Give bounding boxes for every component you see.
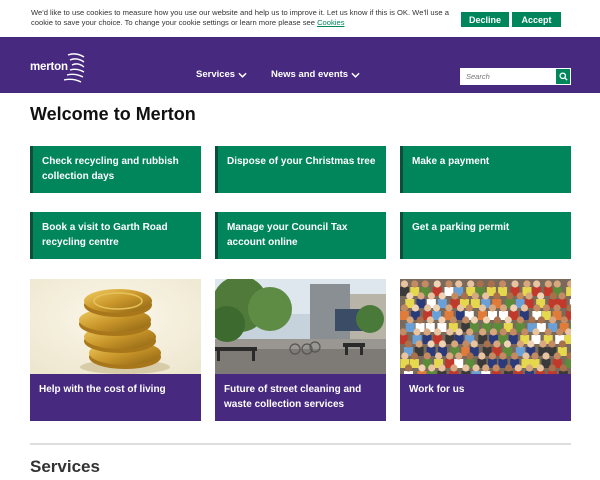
quick-link-label: Dispose of your Christmas tree <box>227 156 376 167</box>
nav-news-label: News and events <box>271 69 349 80</box>
cookies-link[interactable]: Cookies <box>317 18 344 27</box>
cookie-message: We'd like to use cookies to measure how … <box>31 8 456 28</box>
gold-coins-image <box>30 279 201 374</box>
chevron-down-icon <box>238 72 247 78</box>
chevron-down-icon <box>351 72 360 78</box>
section-divider <box>30 443 571 445</box>
feature-label: Help with the cost of living <box>30 374 201 421</box>
search-button[interactable] <box>555 68 571 85</box>
feature-card-cost-of-living[interactable]: Help with the cost of living <box>30 279 201 421</box>
quick-link-christmas-tree[interactable]: Dispose of your Christmas tree <box>215 146 386 193</box>
site-header: merton Services News and events <box>0 37 600 93</box>
cookie-text: We'd like to use cookies to measure how … <box>31 8 449 27</box>
quick-link-label: Make a payment <box>412 156 490 167</box>
nav-services-label: Services <box>196 69 236 80</box>
logo-waves-icon <box>64 53 85 83</box>
crowd-of-people-image <box>400 279 571 374</box>
quick-link-label: Get a parking permit <box>412 222 510 233</box>
nav-services[interactable]: Services <box>196 69 247 80</box>
feature-card-street-cleaning[interactable]: Future of street cleaning and waste coll… <box>215 279 386 421</box>
quick-link-council-tax[interactable]: Manage your Council Tax account online <box>215 212 386 259</box>
quick-link-garth-road[interactable]: Book a visit to Garth Road recycling cen… <box>30 212 201 259</box>
street-scene-image <box>215 279 386 374</box>
quick-link-label: Manage your Council Tax account online <box>227 222 348 248</box>
page-title: Welcome to Merton <box>30 104 196 124</box>
cookie-banner: We'd like to use cookies to measure how … <box>0 0 600 37</box>
nav-news-and-events[interactable]: News and events <box>271 69 360 80</box>
feature-label: Future of street cleaning and waste coll… <box>215 374 386 421</box>
search-icon <box>558 72 568 81</box>
decline-button[interactable]: Decline <box>461 12 509 27</box>
accept-button[interactable]: Accept <box>512 12 561 27</box>
feature-card-work-for-us[interactable]: Work for us <box>400 279 571 421</box>
services-heading: Services <box>30 457 100 476</box>
quick-link-label: Book a visit to Garth Road recycling cen… <box>42 222 168 248</box>
merton-logo[interactable]: merton <box>30 51 86 83</box>
feature-label: Work for us <box>400 374 571 421</box>
quick-link-label: Check recycling and rubbish collection d… <box>42 156 179 182</box>
quick-link-make-payment[interactable]: Make a payment <box>400 146 571 193</box>
quick-link-parking-permit[interactable]: Get a parking permit <box>400 212 571 259</box>
search-input[interactable] <box>460 68 556 85</box>
quick-link-recycling-collection[interactable]: Check recycling and rubbish collection d… <box>30 146 201 193</box>
logo-text: merton <box>30 61 68 73</box>
